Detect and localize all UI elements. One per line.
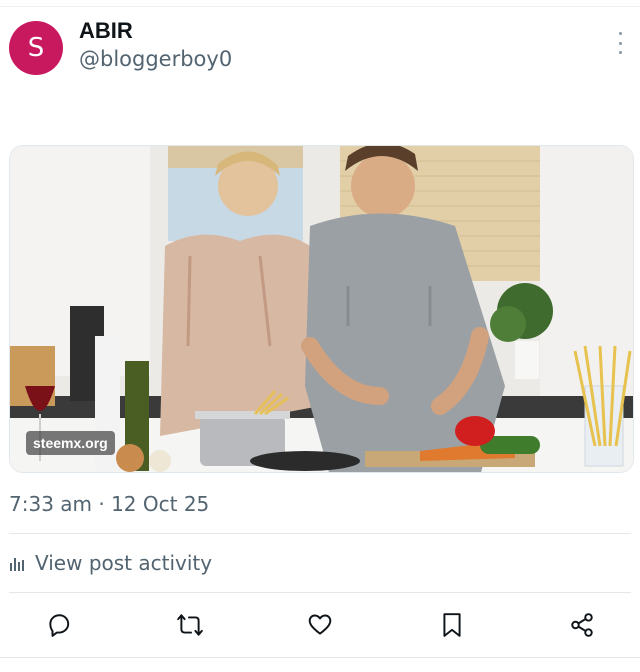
bookmark-button[interactable] [432,605,472,645]
activity-label: View post activity [35,551,213,575]
action-bar [0,605,640,645]
like-button[interactable] [300,605,340,645]
repost-icon [177,614,203,636]
share-button[interactable] [562,605,602,645]
view-post-activity-link[interactable]: View post activity [9,551,212,575]
avatar-letter: S [27,33,45,63]
like-icon [308,614,332,635]
author-handle[interactable]: @bloggerboy0 [79,47,232,71]
image-watermark: steemx.org [26,431,115,455]
analytics-icon [10,558,24,571]
reply-icon [49,614,70,637]
repost-button[interactable] [170,605,210,645]
divider [9,533,631,534]
share-icon [571,613,593,637]
top-divider [0,0,640,7]
more-options-icon[interactable] [612,32,628,54]
post-timestamp[interactable]: 7:33 am · 12 Oct 25 [9,492,209,516]
author-display-name[interactable]: ABIR [79,18,133,44]
bookmark-icon [443,613,461,637]
post-image[interactable] [9,145,634,473]
divider [9,592,631,593]
avatar[interactable]: S [9,21,63,75]
reply-button[interactable] [39,605,79,645]
divider [0,657,640,658]
